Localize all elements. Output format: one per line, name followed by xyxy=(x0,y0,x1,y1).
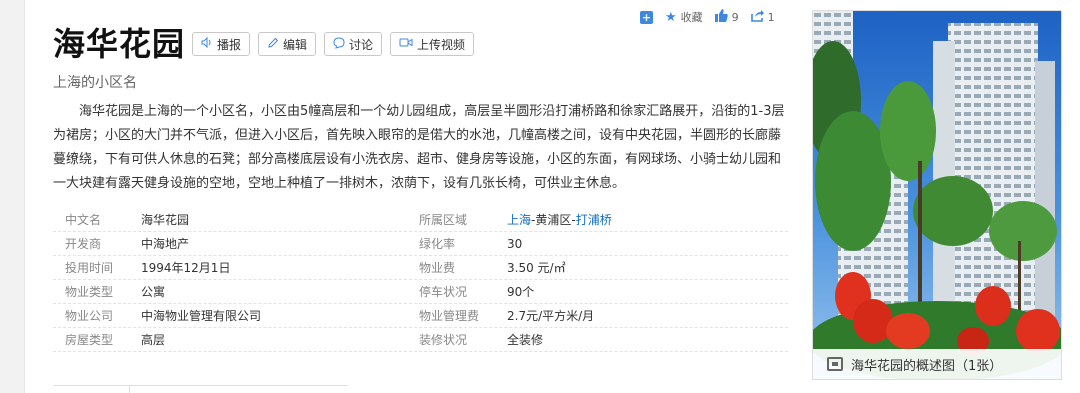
info-value: 海华花园 xyxy=(141,213,190,227)
info-row: 物业公司 中海物业管理有限公司 物业管理费 2.7元/平方米/月 xyxy=(53,304,788,328)
info-key: 中文名 xyxy=(65,213,102,227)
chat-bubble-icon xyxy=(333,36,345,52)
share-icon xyxy=(750,9,764,25)
info-value: 高层 xyxy=(141,333,166,347)
region-link-dapuqiao[interactable]: 打浦桥 xyxy=(576,213,612,227)
upload-video-button[interactable]: 上传视频 xyxy=(390,32,475,56)
info-key: 物业类型 xyxy=(65,285,114,299)
info-key: 物业公司 xyxy=(65,309,114,323)
top-actions: + ★ 收藏 9 1 xyxy=(640,8,787,26)
share-count: 1 xyxy=(767,10,775,24)
add-button[interactable]: + xyxy=(640,10,653,24)
info-value: 中海物业管理有限公司 xyxy=(141,309,262,323)
discuss-button[interactable]: 讨论 xyxy=(324,32,383,56)
collect-button[interactable]: ★ 收藏 xyxy=(665,9,703,25)
like-button[interactable]: 9 xyxy=(714,9,739,25)
info-key: 投用时间 xyxy=(65,261,114,275)
overview-photo[interactable]: 海华花园的概述图（1张） xyxy=(812,10,1062,380)
thumbs-up-icon xyxy=(714,9,728,25)
info-value: 3.50 元/㎡ xyxy=(507,261,566,275)
info-key: 房屋类型 xyxy=(65,333,114,347)
upload-video-label: 上传视频 xyxy=(417,37,466,52)
info-row: 物业类型 公寓 停车状况 90个 xyxy=(53,280,788,304)
info-key: 物业管理费 xyxy=(419,309,480,323)
broadcast-button[interactable]: 播报 xyxy=(192,32,251,56)
edit-button[interactable]: 编辑 xyxy=(258,32,317,56)
plus-icon: + xyxy=(640,10,653,24)
page-title: 海华花园 xyxy=(53,25,186,63)
info-row: 开发商 中海地产 绿化率 30 xyxy=(53,232,788,256)
info-value: 公寓 xyxy=(141,285,166,299)
edit-label: 编辑 xyxy=(283,37,308,52)
info-value: 全装修 xyxy=(507,333,544,347)
info-key: 物业费 xyxy=(419,261,456,275)
info-key: 停车状况 xyxy=(419,285,468,299)
photo-caption-label: 海华花园的概述图（1张） xyxy=(851,358,1003,374)
pencil-icon xyxy=(267,37,279,52)
info-value: 30 xyxy=(507,236,523,251)
photo-caption[interactable]: 海华花园的概述图（1张） xyxy=(813,349,1061,379)
info-value: 1994年12月1日 xyxy=(141,261,231,275)
region-text: -黄浦区- xyxy=(531,213,576,227)
info-value: 2.7元/平方米/月 xyxy=(507,309,595,323)
info-value: 90个 xyxy=(507,285,535,299)
share-button[interactable]: 1 xyxy=(750,9,775,25)
video-camera-icon xyxy=(399,37,413,51)
info-key: 绿化率 xyxy=(419,237,456,251)
info-key: 开发商 xyxy=(65,237,102,251)
star-icon: ★ xyxy=(665,9,677,25)
info-key: 装修状况 xyxy=(419,333,468,347)
info-key: 所属区域 xyxy=(419,213,468,227)
info-row: 房屋类型 高层 装修状况 全装修 xyxy=(53,328,788,352)
broadcast-label: 播报 xyxy=(217,37,242,52)
info-row: 投用时间 1994年12月1日 物业费 3.50 元/㎡ xyxy=(53,256,788,280)
like-count: 9 xyxy=(731,10,739,24)
page-subtitle: 上海的小区名 xyxy=(53,75,137,91)
discuss-label: 讨论 xyxy=(349,37,374,52)
developer-link[interactable]: 中海地产 xyxy=(141,235,419,252)
region-link-shanghai[interactable]: 上海 xyxy=(507,213,531,227)
info-value-region: 上海-黄浦区-打浦桥 xyxy=(507,211,788,228)
info-row: 中文名 海华花园 所属区域 上海-黄浦区-打浦桥 xyxy=(53,208,788,232)
tab-divider xyxy=(129,385,130,393)
basic-info-table: 中文名 海华花园 所属区域 上海-黄浦区-打浦桥 开发商 中海地产 绿化率 30… xyxy=(53,208,788,352)
left-rail xyxy=(0,0,25,393)
speaker-icon xyxy=(201,36,213,51)
bottom-tab-strip xyxy=(53,385,348,393)
building-photo-illustration xyxy=(813,11,1061,379)
toolbar: 播报 编辑 讨论 上传视频 xyxy=(192,32,482,56)
collect-label: 收藏 xyxy=(680,11,703,24)
summary-paragraph: 海华花园是上海的一个小区名，小区由5幢高层和一个幼儿园组成，高层呈半圆形沿打浦桥… xyxy=(53,104,785,191)
image-icon xyxy=(827,357,843,371)
